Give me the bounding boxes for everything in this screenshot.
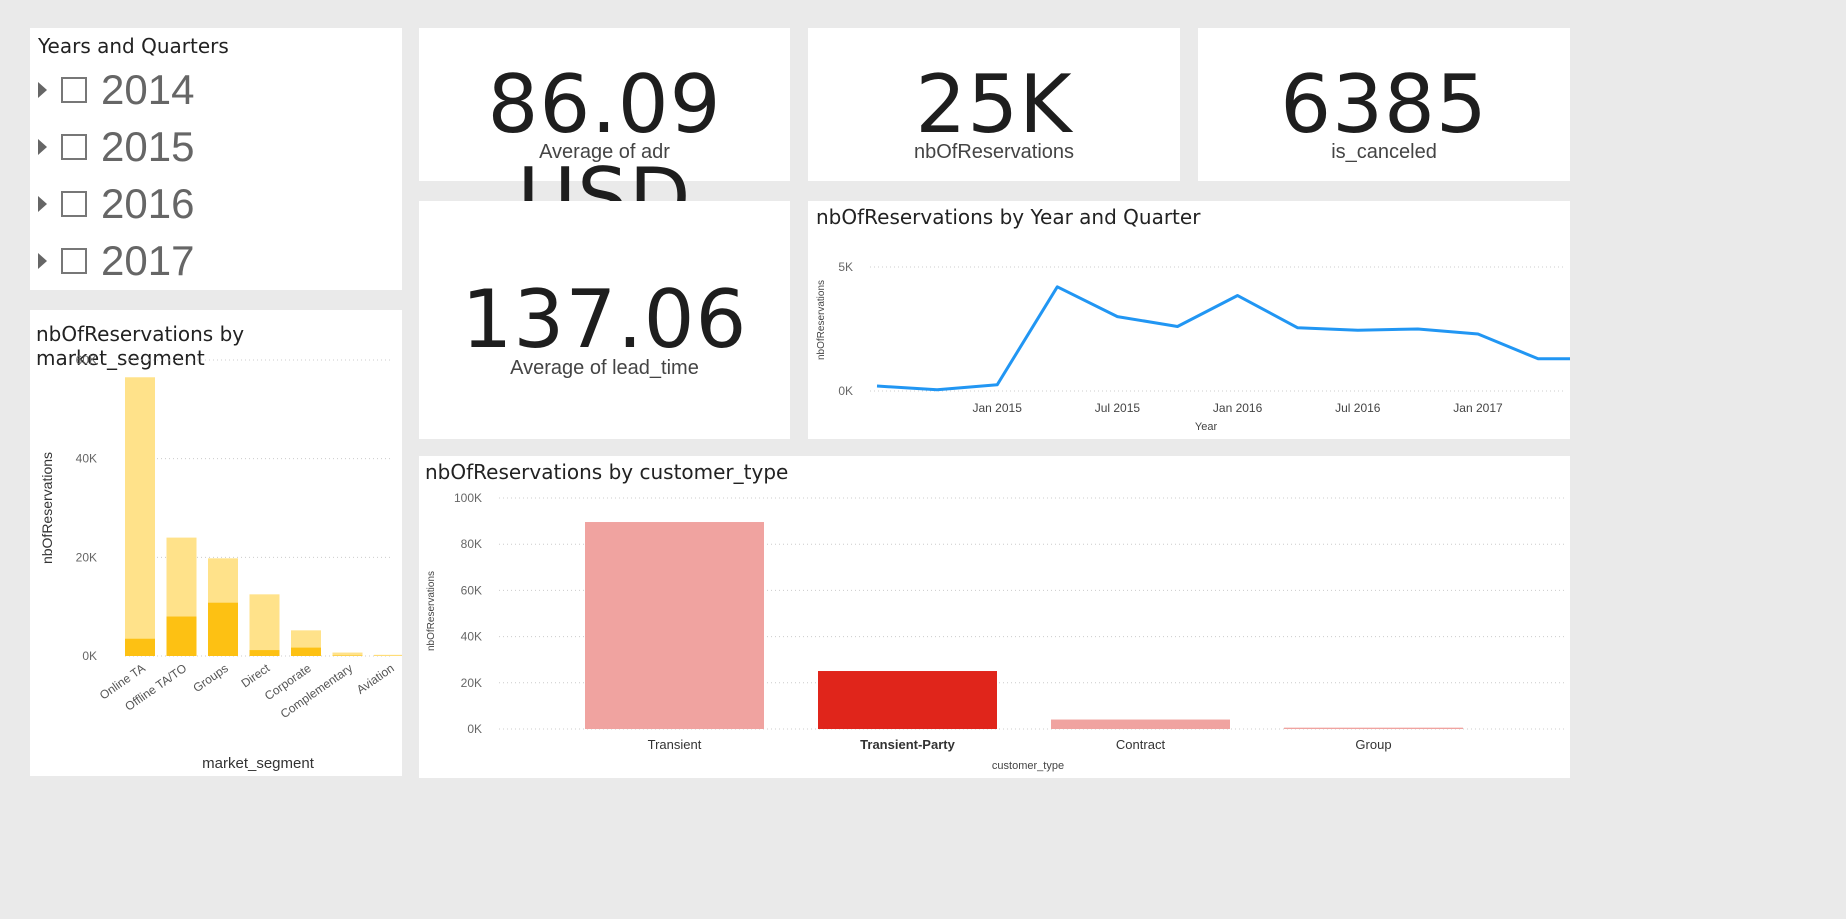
kpi-value: 137.06 — [461, 273, 748, 366]
x-tick-label: Transient-Party — [860, 737, 955, 752]
x-tick-label: Contract — [1116, 737, 1166, 752]
bar-highlight — [125, 638, 155, 656]
slicer-item-label: 2014 — [101, 66, 195, 113]
kpi-label: is_canceled — [1331, 141, 1437, 163]
kpi-value: 25K — [915, 58, 1073, 151]
kpi-card-canceled[interactable]: 6385 is_canceled — [1198, 28, 1570, 181]
slicer-item-2015[interactable]: 2015 — [38, 117, 194, 177]
expand-arrow-icon[interactable] — [38, 82, 47, 98]
bar-highlight — [291, 647, 321, 656]
y-tick-label: 20K — [76, 550, 97, 564]
x-tick-label: Group — [1355, 737, 1391, 752]
y-tick-label: 0K — [838, 384, 853, 398]
bar-total — [125, 377, 155, 656]
bar — [1051, 719, 1230, 729]
market-segment-chart[interactable]: 0K20K40K60KOnline TAOffline TA/TO Groups D… — [30, 310, 402, 776]
y-axis-title: nbOfReservations — [39, 452, 55, 564]
series-line — [876, 285, 1570, 392]
expand-arrow-icon[interactable] — [38, 253, 47, 269]
bar-total — [249, 594, 280, 656]
bar-highlight — [166, 616, 197, 656]
checkbox[interactable] — [61, 134, 87, 160]
checkbox[interactable] — [61, 248, 87, 274]
customer-type-chart-card[interactable]: nbOfReservations by customer_type 0K 20K 4… — [419, 456, 1570, 778]
y-tick-label: 0K — [467, 722, 482, 736]
bar-highlight — [208, 602, 238, 656]
y-tick-label: 60K — [76, 353, 97, 367]
y-tick-label: 80K — [461, 537, 482, 551]
market-segment-chart-card[interactable]: nbOfReservations by market_segment 0K 20K… — [30, 310, 402, 776]
x-tick-label: Jul 2016 — [1335, 401, 1381, 415]
bar — [1284, 727, 1463, 729]
x-axis-title: market_segment — [202, 755, 315, 772]
x-tick-label: Jul 2015 — [1095, 401, 1141, 415]
slicer-item-label: 2016 — [101, 180, 195, 227]
kpi-label: nbOfReservations — [913, 141, 1075, 163]
years-quarters-slicer: Years and Quarters 2014 2015 2016 2017 — [30, 28, 402, 290]
x-tick-label: Groups — [190, 661, 230, 695]
y-axis-title: nbOfReservations — [816, 280, 827, 360]
kpi-value: 6385 — [1280, 58, 1488, 151]
slicer-item-2017[interactable]: 2017 — [38, 231, 194, 291]
x-tick-label: Direct — [239, 661, 273, 691]
x-tick-label: Complementary — [278, 661, 355, 721]
y-tick-label: 0K — [82, 649, 97, 663]
x-axis-title: Year — [1195, 421, 1218, 433]
bar — [585, 522, 764, 729]
y-tick-label: 20K — [461, 676, 482, 690]
y-tick-label: 100K — [454, 491, 482, 505]
kpi-card-adr[interactable]: 86.09 USD Average of adr — [419, 28, 790, 244]
kpi-card-reservations[interactable]: 25K nbOfReservations — [808, 28, 1180, 181]
bar-total — [332, 652, 363, 656]
x-tick-label: Jan 2016 — [1213, 401, 1263, 415]
expand-arrow-icon[interactable] — [38, 196, 47, 212]
y-tick-label: 60K — [461, 583, 482, 597]
slicer-item-2016[interactable]: 2016 — [38, 174, 194, 234]
year-quarter-line-chart[interactable]: 0K 5K Jan 2015 Jul 2015 Jan 2016 Jul 2016 Jan … — [808, 201, 1570, 439]
slicer-item-label: 2015 — [101, 123, 195, 170]
x-tick-label: Jan 2015 — [973, 401, 1023, 415]
customer-type-chart[interactable]: 0K 20K 40K 60K 80K 100K Transient Transient-Par… — [419, 456, 1570, 778]
x-tick-label: Jan 2017 — [1453, 401, 1503, 415]
y-tick-label: 5K — [838, 260, 853, 274]
bar — [818, 671, 997, 729]
kpi-card-lead-time[interactable]: 137.06 Average of lead_time — [419, 201, 790, 439]
x-tick-label: Transient — [648, 737, 702, 752]
expand-arrow-icon[interactable] — [38, 139, 47, 155]
year-quarter-chart-card[interactable]: nbOfReservations by Year and Quarter 0K 5… — [808, 201, 1570, 439]
slicer-item-label: 2017 — [101, 237, 195, 284]
y-tick-label: 40K — [76, 452, 97, 466]
slicer-title: Years and Quarters — [38, 34, 229, 58]
y-tick-label: 40K — [461, 630, 482, 644]
checkbox[interactable] — [61, 191, 87, 217]
kpi-label: Average of adr — [539, 141, 670, 163]
x-tick-label: Aviation — [354, 661, 397, 697]
slicer-item-2014[interactable]: 2014 — [38, 60, 194, 120]
checkbox[interactable] — [61, 77, 87, 103]
x-axis-title: customer_type — [992, 760, 1064, 772]
kpi-label: Average of lead_time — [510, 357, 699, 379]
y-axis-title: nbOfReservations — [426, 571, 437, 651]
bar-total — [374, 654, 402, 656]
bar-highlight — [249, 650, 280, 656]
